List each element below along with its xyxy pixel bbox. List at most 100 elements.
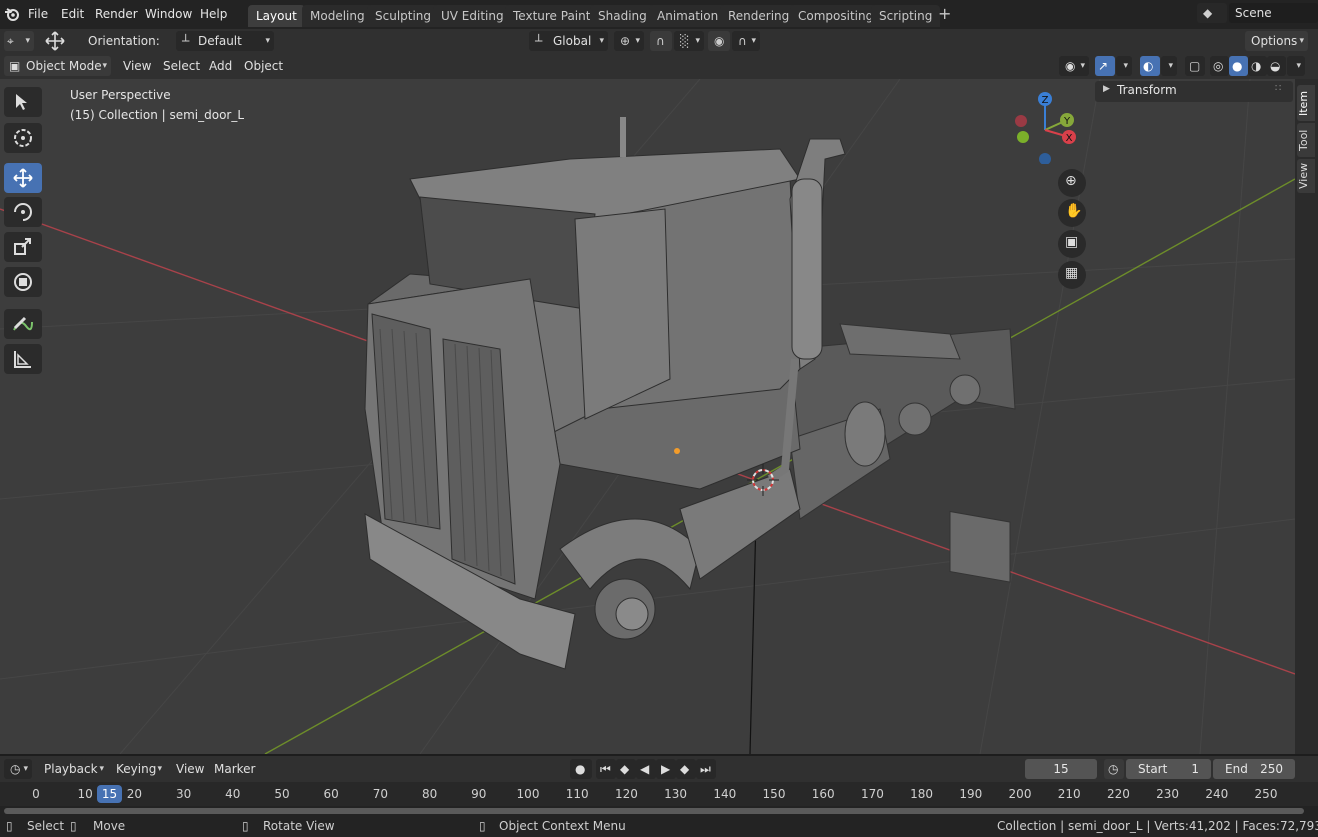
- material-sphere-icon: ◑: [1251, 59, 1262, 73]
- truck-model[interactable]: [364, 117, 1016, 670]
- proportional-edit-toggle[interactable]: ◉: [708, 31, 730, 51]
- select-tool-button[interactable]: [4, 87, 42, 117]
- menu-select[interactable]: Select: [158, 56, 205, 76]
- rotate-tool-button[interactable]: [4, 197, 42, 227]
- shading-material-button[interactable]: ◑: [1248, 56, 1267, 76]
- annotate-tool-button[interactable]: [4, 309, 42, 339]
- move-tool-icon[interactable]: [44, 31, 66, 54]
- mode-dropdown[interactable]: ▣ Object Mode ▾: [4, 56, 111, 76]
- status-rotate: Rotate View: [263, 819, 335, 833]
- tab-modeling[interactable]: Modeling: [302, 5, 373, 27]
- timeline-scroll-thumb[interactable]: [4, 808, 1304, 814]
- tool-header: ⌖ ▾ Orientation: ┴ Default ▾ ┴ Global ▾ ⊕…: [0, 29, 1318, 53]
- menu-object[interactable]: Object: [239, 56, 288, 76]
- snap-target-dropdown[interactable]: ░ ▾: [674, 31, 704, 51]
- cursor-tool-button[interactable]: [4, 123, 42, 153]
- zoom-icon: ⊕: [1065, 173, 1077, 189]
- measure-tool-button[interactable]: [4, 344, 42, 374]
- next-keyframe-button[interactable]: ◆: [676, 759, 696, 779]
- gizmo-dropdown[interactable]: ▾: [1116, 56, 1132, 76]
- tab-texture-paint[interactable]: Texture Paint: [505, 5, 599, 27]
- move-tool-button[interactable]: [4, 163, 42, 193]
- camera-view-button[interactable]: ▣: [1058, 230, 1086, 258]
- 3d-viewport[interactable]: User Perspective (15) Collection | semi_…: [0, 79, 1295, 754]
- options-dropdown[interactable]: Options ▾: [1245, 31, 1308, 51]
- menu-help[interactable]: Help: [200, 5, 227, 23]
- transform-tool-button[interactable]: [4, 267, 42, 297]
- shading-wireframe-button[interactable]: ◎: [1210, 56, 1229, 76]
- blender-logo-icon[interactable]: [4, 6, 20, 25]
- transform-panel-header[interactable]: ▶ Transform ∷: [1095, 81, 1293, 102]
- tab-scripting[interactable]: Scripting: [871, 5, 941, 27]
- keying-menu[interactable]: Keying ▾: [110, 759, 166, 779]
- menu-render[interactable]: Render: [95, 5, 138, 23]
- ortho-toggle-button[interactable]: ▦: [1058, 261, 1086, 289]
- menu-window[interactable]: Window: [145, 5, 192, 23]
- shading-solid-button[interactable]: ●: [1229, 56, 1248, 76]
- transform-orientation-dropdown[interactable]: ┴ Global ▾: [529, 31, 608, 51]
- gizmo-neg-z-handle: [1039, 153, 1051, 164]
- menu-edit[interactable]: Edit: [61, 5, 84, 23]
- play-reverse-button[interactable]: ◀: [636, 759, 656, 779]
- tab-rendering[interactable]: Rendering: [720, 5, 798, 27]
- start-frame-field[interactable]: Start 1: [1126, 759, 1211, 779]
- mouse-middle-icon: ▯: [242, 819, 249, 833]
- start-value: 1: [1191, 762, 1199, 776]
- tab-sculpting[interactable]: Sculpting: [367, 5, 440, 27]
- auto-keying-button[interactable]: ●: [570, 759, 592, 779]
- tab-layout[interactable]: Layout: [248, 5, 305, 27]
- expand-arrow-icon: ▶: [1103, 84, 1110, 94]
- stopwatch-icon: ◷: [1108, 762, 1119, 776]
- visibility-dropdown[interactable]: ◉ ▾: [1059, 56, 1089, 76]
- add-workspace-icon[interactable]: +: [938, 5, 951, 23]
- falloff-dropdown[interactable]: ∩ ▾: [732, 31, 760, 51]
- overlays-toggle[interactable]: ◐: [1140, 56, 1160, 76]
- marker-menu[interactable]: Marker: [212, 759, 257, 779]
- prev-keyframe-button[interactable]: ◆: [616, 759, 636, 779]
- timeline-editor-type-button[interactable]: ◷ ▾: [4, 759, 32, 779]
- orientation-dropdown[interactable]: ┴ Default ▾: [176, 31, 274, 51]
- scene-name-field[interactable]: Scene: [1229, 3, 1318, 23]
- snap-toggle[interactable]: ∩: [650, 31, 672, 51]
- tab-item[interactable]: Item: [1297, 85, 1315, 121]
- xray-toggle[interactable]: ▢: [1185, 56, 1205, 76]
- tab-compositing[interactable]: Compositing: [790, 5, 882, 27]
- tab-uv-editing[interactable]: UV Editing: [433, 5, 512, 27]
- pivot-point-dropdown[interactable]: ⊕ ▾: [614, 31, 644, 51]
- navigation-gizmo[interactable]: Z Y X: [1010, 89, 1085, 164]
- preview-range-toggle[interactable]: ◷: [1104, 759, 1124, 779]
- playback-menu[interactable]: Playback ▾: [38, 759, 108, 779]
- scene-selector-button[interactable]: ◆: [1197, 3, 1227, 23]
- end-frame-field[interactable]: End 250: [1213, 759, 1295, 779]
- editor-type-button[interactable]: ⌖ ▾: [4, 31, 34, 51]
- keying-label: Keying: [116, 762, 157, 776]
- menu-add[interactable]: Add: [204, 56, 237, 76]
- pan-button[interactable]: ✋: [1058, 199, 1086, 227]
- timeline-ruler[interactable]: 15 0 10 20 30 40 50 60 70 80 90 100 110 120 130 140 150…: [0, 782, 1318, 806]
- drag-handle-icon[interactable]: ∷: [1275, 83, 1281, 94]
- timeline-view-menu[interactable]: View: [174, 759, 206, 779]
- tab-tool[interactable]: Tool: [1297, 123, 1315, 157]
- zoom-button[interactable]: ⊕: [1058, 169, 1086, 197]
- menu-view[interactable]: View: [118, 56, 156, 76]
- start-label: Start: [1138, 762, 1168, 776]
- next-keyframe-icon: ◆: [680, 762, 690, 776]
- overlays-dropdown[interactable]: ▾: [1161, 56, 1177, 76]
- current-frame-field[interactable]: 15: [1025, 759, 1097, 779]
- scale-icon: [14, 238, 31, 255]
- scale-tool-button[interactable]: [4, 232, 42, 262]
- jump-start-button[interactable]: ⏮: [596, 759, 616, 779]
- shading-dropdown[interactable]: ▾: [1287, 56, 1305, 76]
- menu-file[interactable]: File: [28, 5, 48, 23]
- jump-end-button[interactable]: ⏭: [696, 759, 716, 779]
- playhead-indicator[interactable]: 15: [97, 785, 122, 803]
- play-button[interactable]: ▶: [656, 759, 676, 779]
- tab-animation[interactable]: Animation: [649, 5, 727, 27]
- tab-view[interactable]: View: [1297, 159, 1315, 193]
- wireframe-sphere-icon: ◎: [1213, 59, 1224, 73]
- timeline-scrollbar[interactable]: [0, 806, 1318, 816]
- shading-rendered-button[interactable]: ◒: [1267, 56, 1286, 76]
- gizmo-toggle[interactable]: ↗: [1095, 56, 1115, 76]
- tab-shading[interactable]: Shading: [590, 5, 655, 27]
- sidebar-tabs: Item Tool View: [1295, 79, 1318, 754]
